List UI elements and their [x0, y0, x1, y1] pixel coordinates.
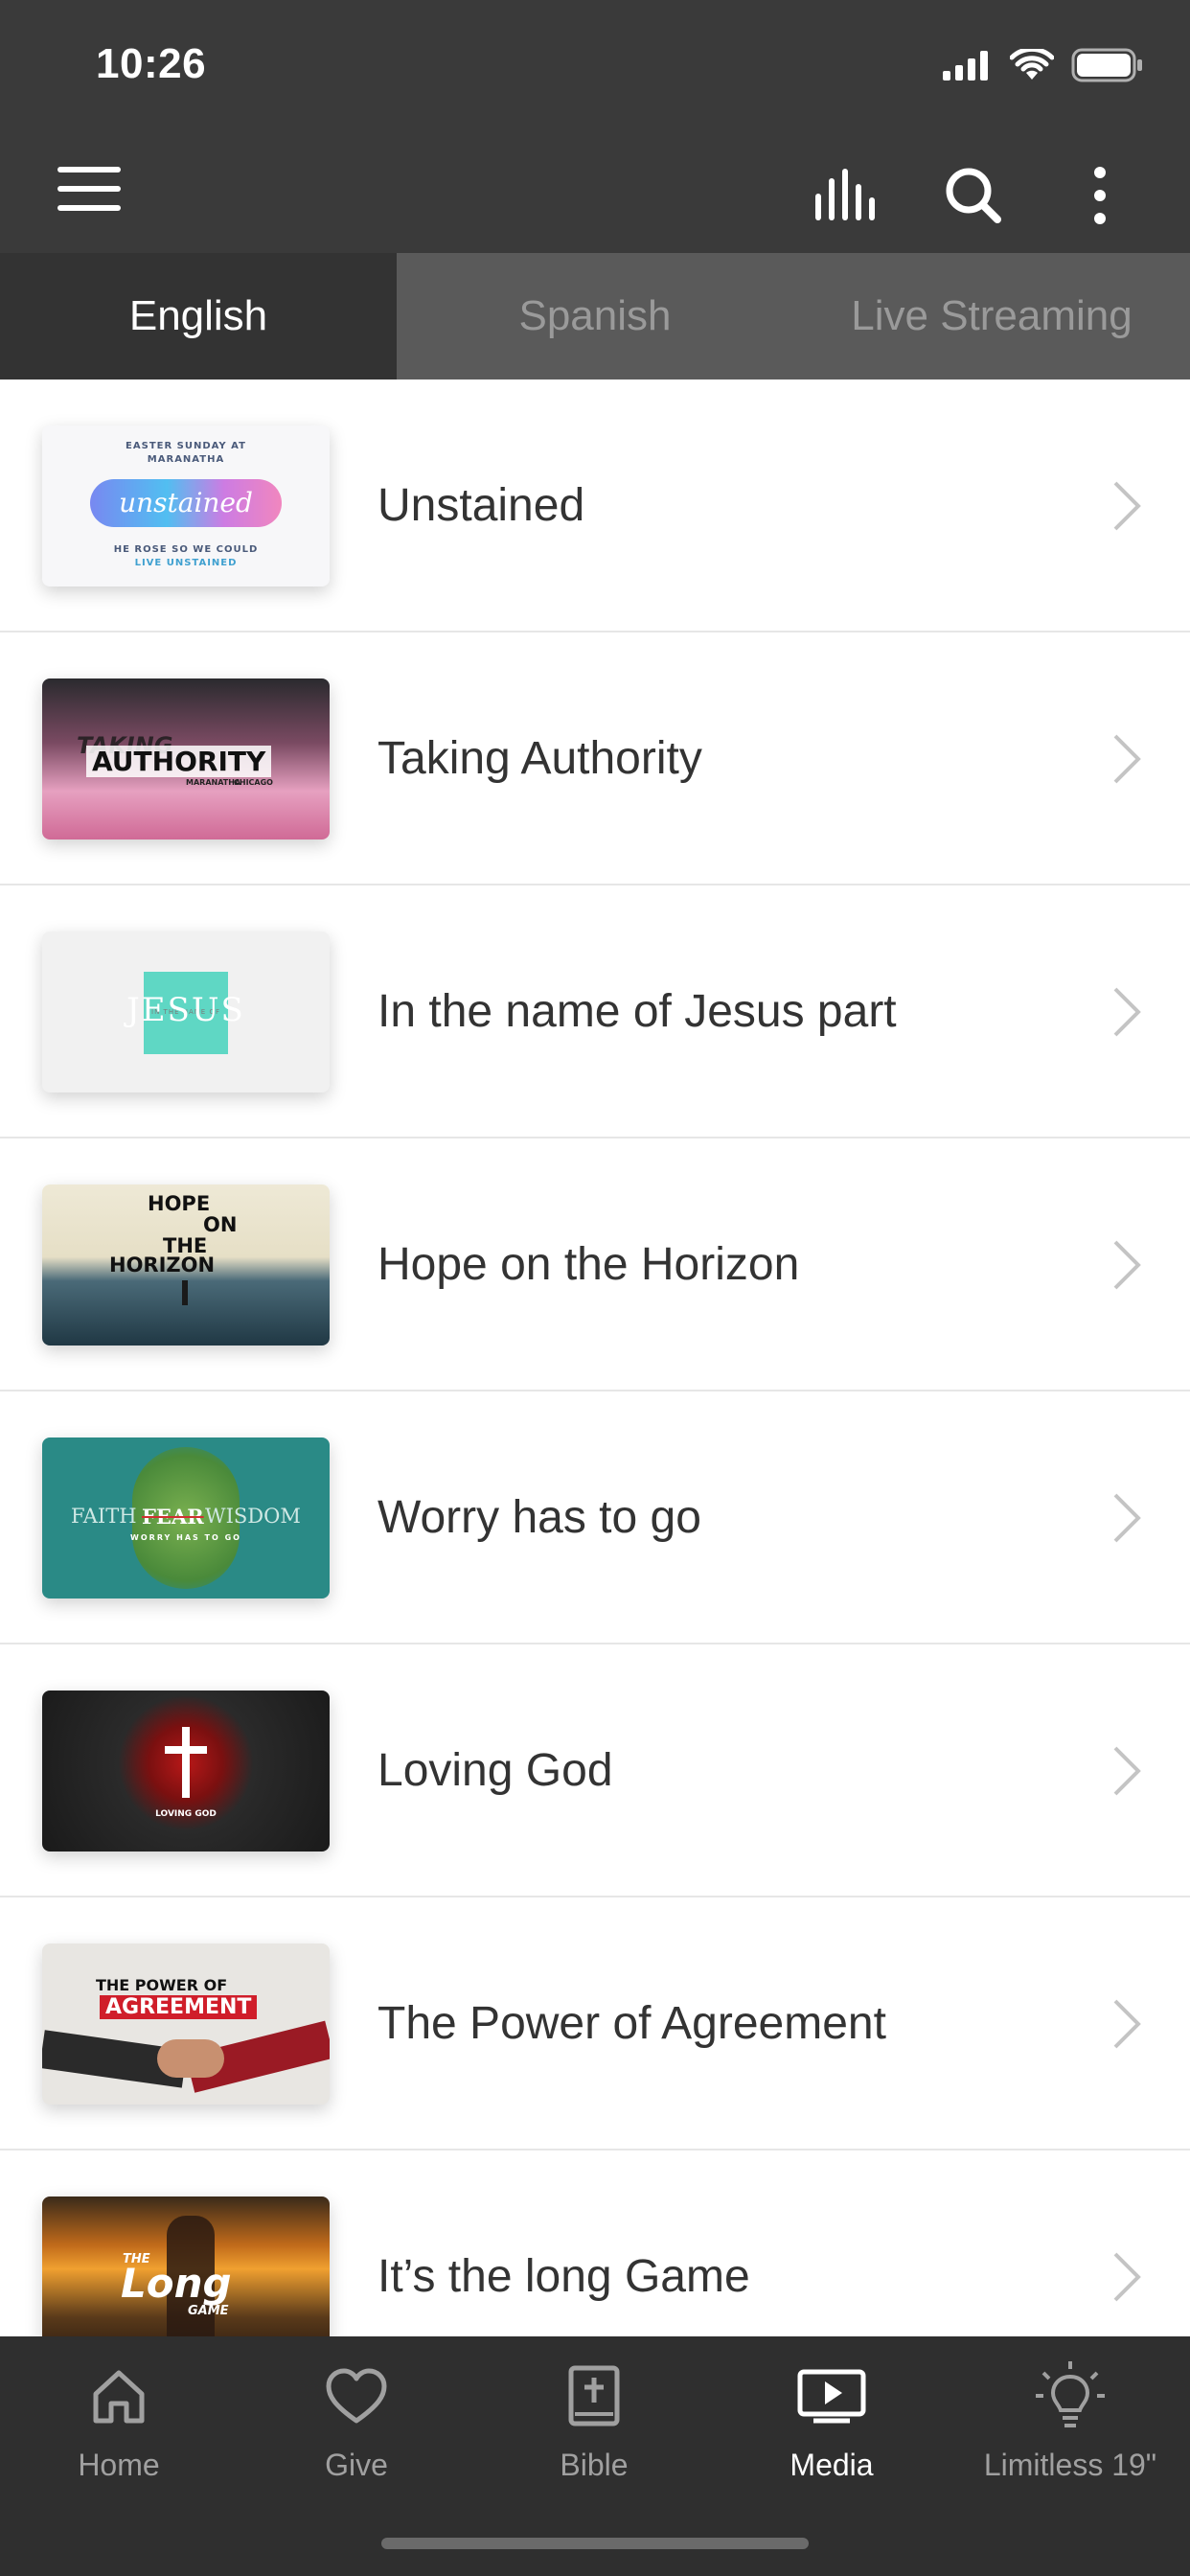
- hamburger-menu-button[interactable]: [57, 167, 121, 211]
- list-item[interactable]: FAITH FEAR WISDOM WORRY HAS TO GO Worry …: [0, 1392, 1190, 1644]
- chevron-right-icon: [1113, 1240, 1141, 1290]
- nav-give[interactable]: Give: [238, 2358, 475, 2501]
- list-item[interactable]: THE POWER OF AGREEMENT The Power of Agre…: [0, 1898, 1190, 2150]
- nav-media[interactable]: Media: [713, 2358, 950, 2501]
- chevron-right-icon: [1113, 1999, 1141, 2049]
- thumbnail-long-game: THE Long GAME: [42, 2196, 330, 2358]
- home-icon: [80, 2358, 157, 2434]
- list-item[interactable]: IN THE NAME OF JESUS In the name of Jesu…: [0, 886, 1190, 1138]
- item-title: Loving God: [378, 1744, 613, 1796]
- cellular-signal-icon: [943, 51, 988, 80]
- wifi-icon: [1010, 49, 1054, 80]
- chevron-right-icon: [1113, 1746, 1141, 1796]
- chevron-right-icon: [1113, 1493, 1141, 1543]
- thumbnail-unstained: EASTER SUNDAY AT MARANATHA unstained HE …: [42, 426, 330, 586]
- nav-label: Media: [790, 2448, 874, 2482]
- nav-label: Limitless 19": [983, 2448, 1157, 2482]
- thumbnail-loving-god: LOVING GOD: [42, 1690, 330, 1852]
- nav-label: Home: [78, 2448, 160, 2482]
- tab-live-streaming[interactable]: Live Streaming: [793, 253, 1190, 380]
- nav-home[interactable]: Home: [0, 2358, 238, 2501]
- chevron-right-icon: [1113, 987, 1141, 1037]
- battery-icon: [1071, 48, 1142, 82]
- more-vertical-icon[interactable]: [1064, 159, 1136, 232]
- item-title: Worry has to go: [378, 1491, 701, 1543]
- search-icon[interactable]: [937, 159, 1010, 232]
- item-title: Unstained: [378, 479, 585, 531]
- nav-bible[interactable]: Bible: [475, 2358, 713, 2501]
- nav-label: Give: [325, 2448, 388, 2482]
- audio-bars-icon[interactable]: [811, 159, 883, 232]
- list-item[interactable]: HOPE ON THE HORIZON Hope on the Horizon: [0, 1138, 1190, 1392]
- nav-limitless[interactable]: Limitless 19": [950, 2358, 1190, 2501]
- list-item[interactable]: LOVING GOD Loving God: [0, 1644, 1190, 1898]
- chevron-right-icon: [1113, 2252, 1141, 2302]
- tab-spanish[interactable]: Spanish: [397, 253, 793, 380]
- thumbnail-power-of-agreement: THE POWER OF AGREEMENT: [42, 1944, 330, 2104]
- list-item[interactable]: EASTER SUNDAY AT MARANATHA unstained HE …: [0, 380, 1190, 632]
- thumbnail-worry-has-to-go: FAITH FEAR WISDOM WORRY HAS TO GO: [42, 1438, 330, 1598]
- chevron-right-icon: [1113, 734, 1141, 784]
- bible-icon: [556, 2358, 632, 2434]
- nav-label: Bible: [560, 2448, 629, 2482]
- item-title: The Power of Agreement: [378, 1997, 886, 2049]
- heart-icon: [318, 2358, 395, 2434]
- chevron-right-icon: [1113, 481, 1141, 531]
- thumbnail-hope-on-the-horizon: HOPE ON THE HORIZON: [42, 1184, 330, 1346]
- thumbnail-name-of-jesus: IN THE NAME OF JESUS: [42, 932, 330, 1092]
- language-tabs: English Spanish Live Streaming: [0, 253, 1190, 380]
- status-icons: [943, 46, 1144, 84]
- home-indicator[interactable]: [381, 2538, 809, 2549]
- top-bar: 10:26: [0, 0, 1190, 253]
- status-time: 10:26: [96, 40, 207, 87]
- media-play-icon: [793, 2358, 870, 2434]
- thumbnail-taking-authority: TAKING AUTHORITY MARANATHA CHICAGO: [42, 678, 330, 840]
- item-title: Hope on the Horizon: [378, 1238, 800, 1290]
- item-title: In the name of Jesus part: [378, 985, 897, 1037]
- item-title: Taking Authority: [378, 732, 702, 784]
- lightbulb-icon: [1032, 2358, 1109, 2434]
- tab-english[interactable]: English: [0, 253, 397, 380]
- list-item[interactable]: TAKING AUTHORITY MARANATHA CHICAGO Takin…: [0, 632, 1190, 886]
- media-list: EASTER SUNDAY AT MARANATHA unstained HE …: [0, 380, 1190, 2404]
